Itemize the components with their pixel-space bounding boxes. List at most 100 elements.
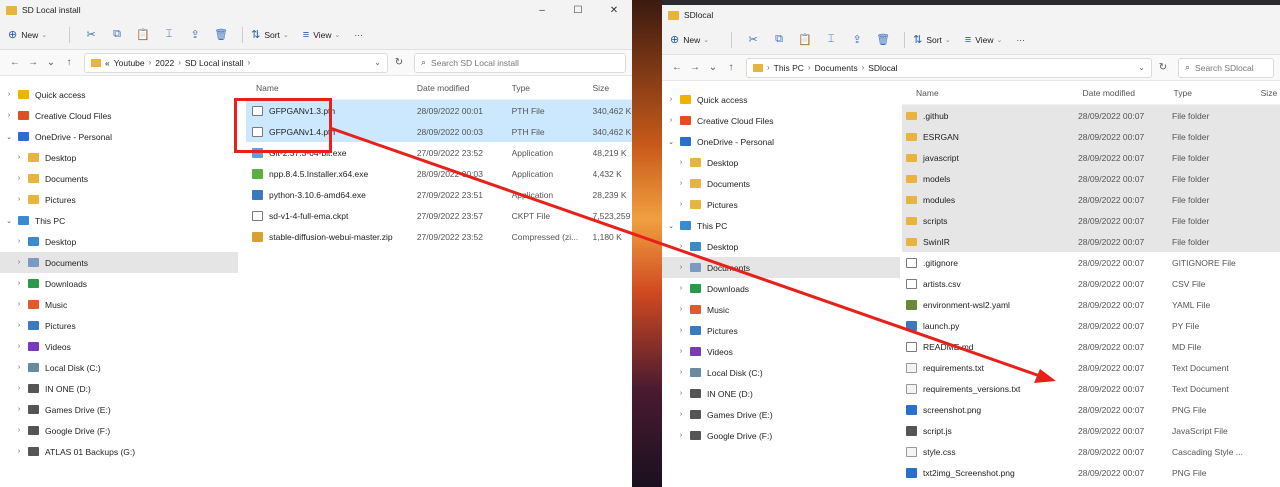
nav-item[interactable]: › Documents [662, 173, 900, 194]
nav-item[interactable]: › Pictures [662, 194, 900, 215]
nav-item[interactable]: › Google Drive (F:) [662, 425, 900, 446]
search-box[interactable]: ⌕ Search SD Local install [414, 52, 626, 73]
view-button[interactable]: ≡ View ⌄ [965, 34, 1003, 46]
nav-item[interactable]: › Pictures [662, 320, 900, 341]
file-row[interactable]: ESRGAN 28/09/2022 00:07 File folder [902, 126, 1280, 147]
chevron-right-icon[interactable]: › [676, 159, 686, 166]
nav-item[interactable]: › Videos [0, 336, 238, 357]
nav-item[interactable]: › Downloads [0, 273, 238, 294]
file-row[interactable]: script.js 28/09/2022 00:07 JavaScript File [902, 420, 1280, 441]
view-button[interactable]: ≡ View ⌄ [303, 29, 341, 41]
breadcrumb-2022[interactable]: 2022 [155, 58, 174, 68]
nav-item[interactable]: › Documents [0, 168, 238, 189]
file-row[interactable]: README.md 28/09/2022 00:07 MD File [902, 336, 1280, 357]
file-row[interactable]: style.css 28/09/2022 00:07 Cascading Style… [902, 441, 1280, 462]
chevron-right-icon[interactable]: › [676, 243, 686, 250]
chevron-right-icon[interactable]: › [14, 238, 24, 245]
column-date-modified[interactable]: Date modified [1083, 88, 1174, 98]
chevron-right-icon[interactable]: › [14, 175, 24, 182]
search-box[interactable]: ⌕ Search SDlocal [1178, 57, 1274, 78]
refresh-icon[interactable]: ↻ [1152, 62, 1174, 73]
file-row[interactable]: artists.csv 28/09/2022 00:07 CSV File [902, 273, 1280, 294]
breadcrumb-overflow[interactable]: « [105, 58, 110, 68]
forward-arrow-icon[interactable]: → [24, 57, 42, 68]
rename-icon[interactable]: ⌶ [818, 33, 844, 46]
nav-item[interactable]: › Downloads [662, 278, 900, 299]
chevron-down-icon[interactable]: ⌄ [4, 133, 14, 141]
nav-item[interactable]: › IN ONE (D:) [662, 383, 900, 404]
breadcrumb-sd-local-install[interactable]: SD Local install [185, 58, 244, 68]
file-row[interactable]: requirements.txt 28/09/2022 00:07 Text Doc… [902, 357, 1280, 378]
file-row[interactable]: .github 28/09/2022 00:07 File folder [902, 105, 1280, 126]
forward-arrow-icon[interactable]: → [686, 62, 704, 73]
chevron-right-icon[interactable]: › [676, 180, 686, 187]
file-row[interactable]: txt2img_Screenshot.png 28/09/2022 00:07 PN… [902, 462, 1280, 483]
file-row[interactable]: stable-diffusion-webui-master.zip 27/09/2… [246, 226, 632, 247]
chevron-right-icon[interactable]: › [676, 306, 686, 313]
delete-icon[interactable]: 🗑 [208, 28, 234, 41]
nav-item[interactable]: › Local Disk (C:) [0, 357, 238, 378]
column-type[interactable]: Type [512, 83, 593, 93]
cut-icon[interactable]: ✂ [740, 33, 766, 46]
maximize-button[interactable]: ☐ [560, 5, 596, 16]
share-icon[interactable]: ⇪ [844, 33, 870, 46]
chevron-right-icon[interactable]: › [4, 91, 14, 98]
chevron-right-icon[interactable]: › [14, 385, 24, 392]
chevron-right-icon[interactable]: › [14, 448, 24, 455]
file-row[interactable]: .gitignore 28/09/2022 00:07 GITIGNORE File [902, 252, 1280, 273]
chevron-down-icon[interactable]: ⌄ [666, 222, 676, 230]
chevron-right-icon[interactable]: › [4, 112, 14, 119]
file-row[interactable]: sd-v1-4-full-ema.ckpt 27/09/2022 23:57 CKP… [246, 205, 632, 226]
chevron-right-icon[interactable]: › [666, 117, 676, 124]
nav-item[interactable]: › Creative Cloud Files [0, 105, 238, 126]
nav-item[interactable]: ⌄ OneDrive - Personal [0, 126, 238, 147]
nav-item[interactable]: › Quick access [0, 84, 238, 105]
nav-item[interactable]: › Desktop [662, 152, 900, 173]
title-bar[interactable]: SD Local install – ☐ ✕ [0, 0, 632, 20]
up-arrow-icon[interactable]: ↑ [60, 57, 78, 68]
chevron-right-icon[interactable]: › [666, 96, 676, 103]
column-type[interactable]: Type [1174, 88, 1261, 98]
rename-icon[interactable]: ⌶ [156, 28, 182, 41]
nav-item[interactable]: ⌄ OneDrive - Personal [662, 131, 900, 152]
nav-item[interactable]: › Google Drive (F:) [0, 420, 238, 441]
address-bar[interactable]: « Youtube › 2022 › SD Local install › ⌄ [84, 52, 388, 73]
sort-button[interactable]: ⇅ Sort ⌄ [251, 28, 289, 41]
nav-item[interactable]: ⌄ This PC [0, 210, 238, 231]
title-bar[interactable]: SDlocal [662, 5, 1280, 25]
new-button[interactable]: ⊕ New ⌄ [670, 33, 709, 46]
nav-item[interactable]: › Videos [662, 341, 900, 362]
file-row[interactable]: launch.py 28/09/2022 00:07 PY File [902, 315, 1280, 336]
chevron-right-icon[interactable]: › [14, 280, 24, 287]
breadcrumb-this-pc[interactable]: This PC [774, 63, 804, 73]
column-date-modified[interactable]: Date modified [417, 83, 512, 93]
chevron-right-icon[interactable]: › [676, 201, 686, 208]
file-row[interactable]: python-3.10.6-amd64.exe 27/09/2022 23:51 A… [246, 184, 632, 205]
chevron-right-icon[interactable]: › [14, 322, 24, 329]
chevron-right-icon[interactable]: › [14, 406, 24, 413]
cut-icon[interactable]: ✂ [78, 28, 104, 41]
breadcrumb-documents[interactable]: Documents [815, 63, 858, 73]
paste-icon[interactable]: 📋 [792, 33, 818, 46]
file-row[interactable]: models 28/09/2022 00:07 File folder [902, 168, 1280, 189]
file-row[interactable]: javascript 28/09/2022 00:07 File folder [902, 147, 1280, 168]
nav-item[interactable]: › Creative Cloud Files [662, 110, 900, 131]
chevron-right-icon[interactable]: › [14, 196, 24, 203]
nav-item[interactable]: › ATLAS 01 Backups (G:) [0, 441, 238, 462]
minimize-button[interactable]: – [524, 5, 560, 16]
nav-item[interactable]: › IN ONE (D:) [0, 378, 238, 399]
sort-button[interactable]: ⇅ Sort ⌄ [913, 33, 951, 46]
nav-item[interactable]: › Music [662, 299, 900, 320]
file-row[interactable]: SwinIR 28/09/2022 00:07 File folder [902, 231, 1280, 252]
chevron-down-icon[interactable]: ⌄ [1138, 63, 1145, 72]
back-arrow-icon[interactable]: ← [668, 62, 686, 73]
nav-item[interactable]: ⌄ This PC [662, 215, 900, 236]
chevron-down-icon[interactable]: ⌄ [374, 58, 381, 67]
back-arrow-icon[interactable]: ← [6, 57, 24, 68]
copy-icon[interactable]: ⧉ [766, 33, 792, 46]
more-options-button[interactable]: ··· [1016, 35, 1025, 45]
file-row[interactable]: screenshot.png 28/09/2022 00:07 PNG File [902, 399, 1280, 420]
chevron-right-icon[interactable]: › [14, 343, 24, 350]
nav-item[interactable]: › Games Drive (E:) [0, 399, 238, 420]
nav-item[interactable]: › Games Drive (E:) [662, 404, 900, 425]
